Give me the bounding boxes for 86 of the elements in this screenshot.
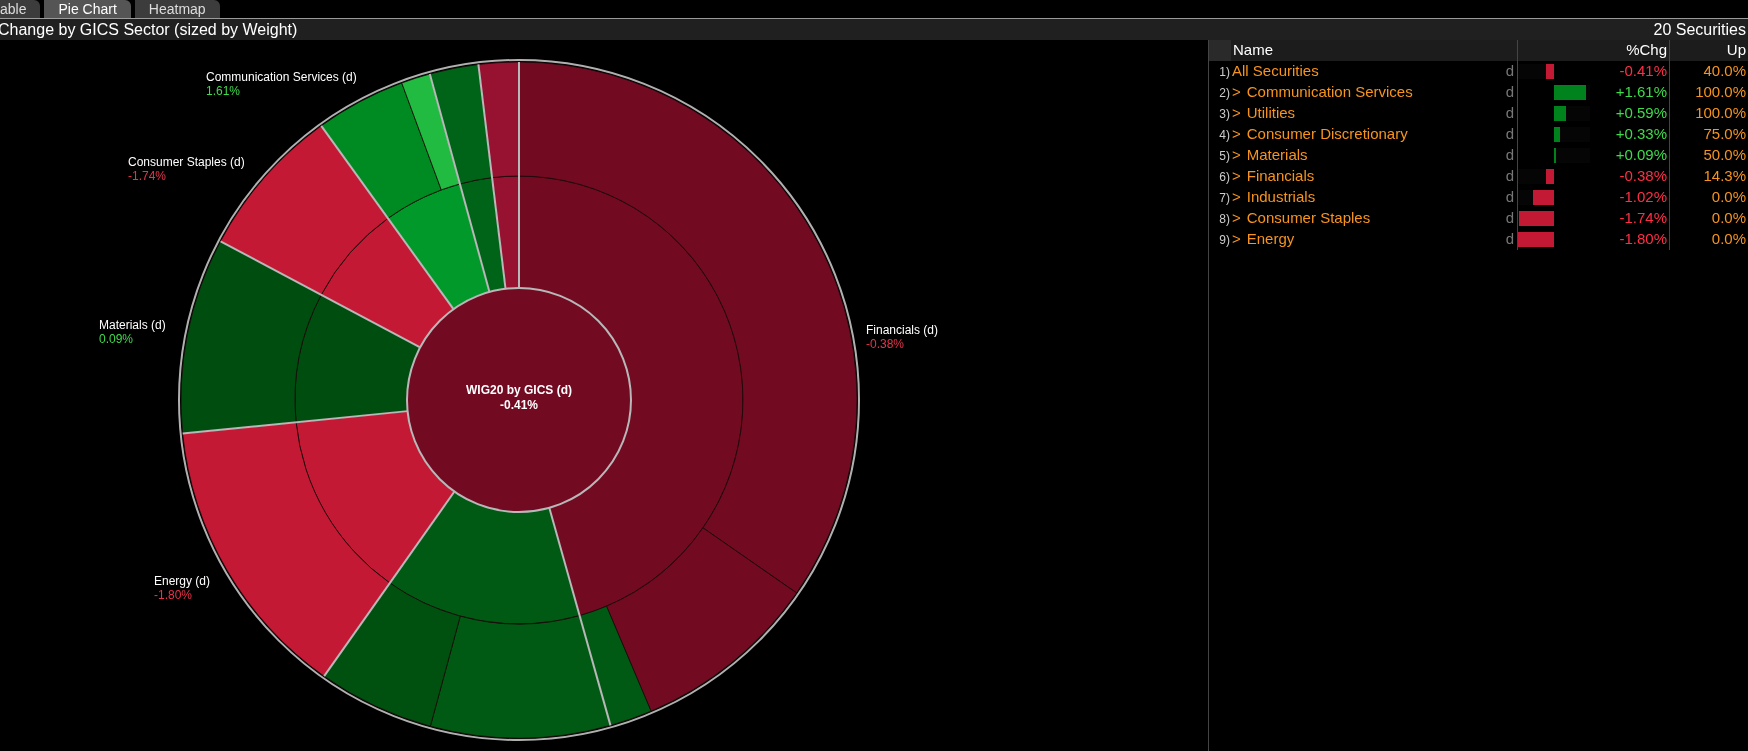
inner-ring-slice[interactable]: [320, 217, 454, 348]
change-value: +1.61%: [1614, 82, 1668, 103]
row-number: 7): [1219, 190, 1230, 205]
center-disc[interactable]: [406, 287, 632, 513]
outer-ring-slice[interactable]: [579, 605, 652, 726]
expand-toggle[interactable]: >: [1232, 81, 1241, 104]
sector-label: Materials (d): [99, 318, 166, 332]
row-number: 3): [1219, 106, 1230, 121]
sector-name[interactable]: Consumer Staples: [1246, 207, 1371, 230]
up-percent: 100.0%: [1695, 103, 1746, 124]
change-value: -1.74%: [1618, 208, 1668, 229]
expand-toggle[interactable]: >: [1232, 228, 1241, 251]
sector-label: Financials (d): [866, 323, 939, 337]
up-percent: 40.0%: [1703, 61, 1746, 82]
column-header[interactable]: %Chg: [1626, 39, 1667, 62]
flag-label: d: [1505, 103, 1514, 124]
up-percent: 14.3%: [1703, 166, 1746, 187]
inner-ring-slice[interactable]: [295, 410, 455, 584]
flag-label: d: [1505, 166, 1514, 187]
change-value: +0.09%: [1614, 145, 1668, 166]
sector-label: Communication Services (d): [206, 70, 357, 84]
expand-toggle[interactable]: >: [1232, 144, 1241, 167]
flag-label: d: [1505, 61, 1514, 82]
up-percent: 0.0%: [1711, 187, 1746, 208]
change-value: -0.38%: [1618, 166, 1668, 187]
flag-label: d: [1505, 187, 1514, 208]
expand-toggle[interactable]: >: [1232, 102, 1241, 125]
row-number: 2): [1219, 85, 1230, 100]
column-header[interactable]: Name: [1233, 41, 1273, 59]
inner-ring-slice[interactable]: [294, 294, 421, 423]
flag-label: d: [1505, 82, 1514, 103]
outer-ring-slice[interactable]: [478, 61, 520, 178]
sector-name[interactable]: Materials: [1246, 144, 1308, 167]
row-number: 4): [1219, 127, 1230, 142]
change-value: +0.33%: [1614, 124, 1668, 145]
row-number: 1): [1219, 64, 1230, 79]
expand-toggle[interactable]: >: [1232, 186, 1241, 209]
row-number: 6): [1219, 169, 1230, 184]
up-percent: 50.0%: [1703, 145, 1746, 166]
column-header[interactable]: Up: [1726, 39, 1746, 62]
sector-change: -1.74%: [128, 169, 168, 183]
row-number: 8): [1219, 211, 1230, 226]
change-value: -1.02%: [1618, 187, 1668, 208]
outer-ring-slice[interactable]: [320, 82, 442, 219]
sector-name[interactable]: Energy: [1246, 228, 1295, 251]
up-percent: 100.0%: [1695, 82, 1746, 103]
sector-name[interactable]: Industrials: [1246, 186, 1316, 209]
change-value: -0.41%: [1618, 61, 1668, 82]
tab[interactable]: able: [0, 0, 41, 18]
center-title: WIG20 by GICS (d): [465, 383, 573, 398]
up-percent: 0.0%: [1711, 229, 1746, 250]
sector-name[interactable]: All Securities: [1232, 60, 1319, 83]
securities-count: 20 Securities: [1653, 19, 1747, 40]
up-percent: 75.0%: [1703, 124, 1746, 145]
tab[interactable]: Heatmap: [134, 0, 220, 18]
flag-label: d: [1505, 208, 1514, 229]
sector-change: -1.80%: [154, 588, 194, 602]
inner-ring-slice[interactable]: [389, 491, 580, 625]
sector-change: -0.38%: [866, 337, 906, 351]
outer-ring-slice[interactable]: [323, 582, 461, 727]
flag-label: d: [1505, 124, 1514, 145]
center-value: -0.41%: [499, 398, 539, 413]
expand-toggle[interactable]: >: [1232, 207, 1241, 230]
sector-name[interactable]: Utilities: [1246, 102, 1296, 125]
up-percent: 0.0%: [1711, 208, 1746, 229]
outer-ring-slice[interactable]: [401, 73, 461, 191]
sector-label: Consumer Staples (d): [128, 155, 245, 169]
sector-change: 1.61%: [206, 84, 242, 98]
expand-toggle[interactable]: >: [1232, 165, 1241, 188]
sector-name[interactable]: Consumer Discretionary: [1246, 123, 1408, 146]
tab[interactable]: Pie Chart: [44, 0, 131, 18]
sector-label: Energy (d): [154, 574, 211, 588]
sector-name[interactable]: Communication Services: [1246, 81, 1413, 104]
expand-toggle[interactable]: >: [1232, 123, 1241, 146]
sector-name[interactable]: Financials: [1246, 165, 1315, 188]
row-number: 9): [1219, 232, 1230, 247]
flag-label: d: [1505, 229, 1514, 250]
outer-ring-slice[interactable]: [180, 240, 322, 434]
change-value: +0.59%: [1614, 103, 1668, 124]
inner-ring-slice[interactable]: [491, 175, 520, 290]
row-number: 5): [1219, 148, 1230, 163]
flag-label: d: [1505, 145, 1514, 166]
inner-ring-slice[interactable]: [387, 183, 490, 310]
sector-change: 0.09%: [99, 332, 135, 346]
outer-ring-slice[interactable]: [429, 64, 493, 185]
change-value: -1.80%: [1618, 229, 1668, 250]
